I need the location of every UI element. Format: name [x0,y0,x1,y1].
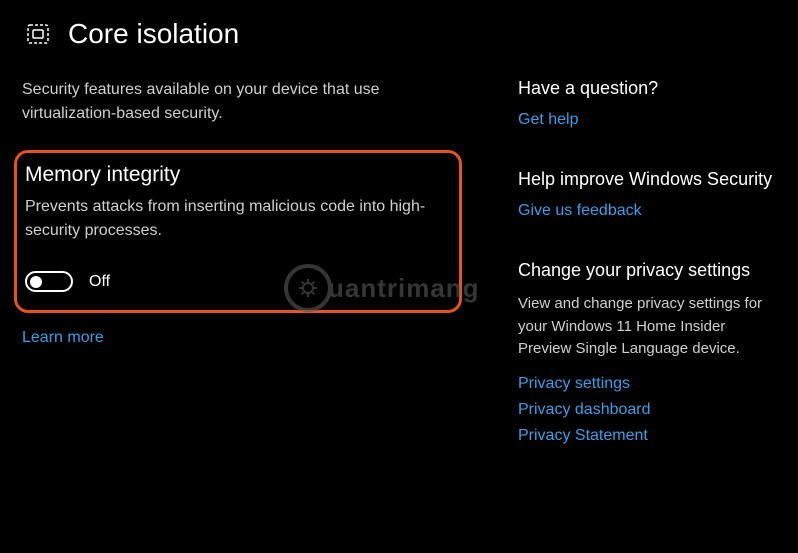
privacy-heading: Change your privacy settings [518,260,776,281]
privacy-description: View and change privacy settings for you… [518,293,776,361]
have-question-section: Have a question? Get help [518,78,776,129]
learn-more-link[interactable]: Learn more [22,329,462,347]
privacy-settings-section: Change your privacy settings View and ch… [518,260,776,445]
memory-integrity-toggle[interactable] [25,271,73,292]
memory-integrity-toggle-row: Off [25,271,445,292]
content-area: Security features available on your devi… [22,78,776,485]
page-header: Core isolation [22,18,776,50]
memory-integrity-description: Prevents attacks from inserting maliciou… [25,195,445,243]
have-question-heading: Have a question? [518,78,776,99]
main-column: Security features available on your devi… [22,78,462,485]
toggle-state-label: Off [89,273,110,291]
toggle-knob [30,276,42,288]
memory-integrity-title: Memory integrity [25,163,445,187]
page-description: Security features available on your devi… [22,78,462,126]
privacy-settings-link[interactable]: Privacy settings [518,375,776,393]
core-isolation-icon [22,18,54,50]
privacy-statement-link[interactable]: Privacy Statement [518,427,776,445]
side-column: Have a question? Get help Help improve W… [502,78,776,485]
give-feedback-link[interactable]: Give us feedback [518,202,776,220]
help-improve-section: Help improve Windows Security Give us fe… [518,169,776,220]
privacy-dashboard-link[interactable]: Privacy dashboard [518,401,776,419]
help-improve-heading: Help improve Windows Security [518,169,776,190]
memory-integrity-section: Memory integrity Prevents attacks from i… [14,150,462,313]
page-title: Core isolation [68,18,239,50]
get-help-link[interactable]: Get help [518,111,776,129]
